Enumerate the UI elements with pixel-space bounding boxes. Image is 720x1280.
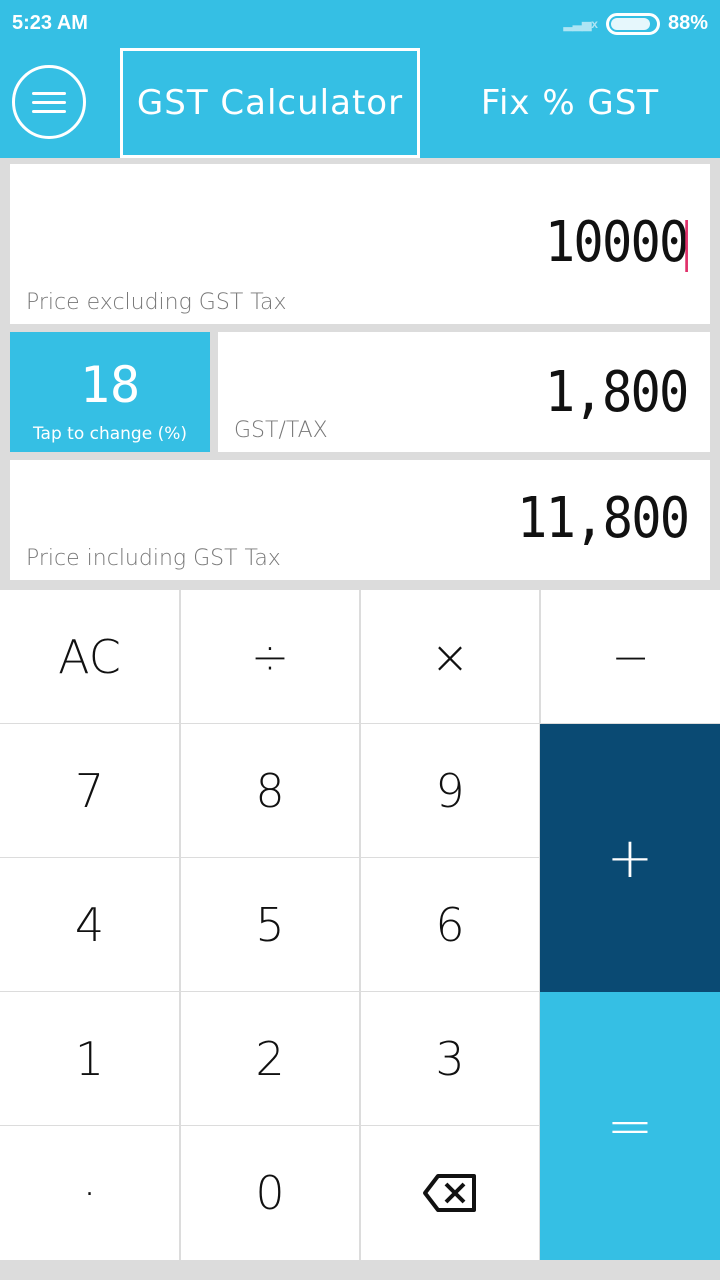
signal-icon: ▂▃▅x	[563, 16, 598, 31]
gst-amount-label: GST/TAX	[234, 418, 328, 443]
key-add[interactable]: +	[540, 724, 720, 992]
price-incl-label: Price including GST Tax	[26, 546, 281, 571]
key-clear[interactable]: AC	[0, 590, 179, 723]
battery-percent: 88%	[667, 12, 708, 34]
text-cursor	[685, 219, 688, 272]
gst-rate-value: 18	[79, 356, 141, 414]
key-multiply[interactable]: ×	[361, 590, 539, 723]
gst-rate-hint: Tap to change (%)	[32, 424, 188, 444]
gst-amount-field: 1,800 GST/TAX	[218, 332, 710, 452]
key-divide[interactable]: ÷	[181, 590, 359, 723]
key-0[interactable]: 0	[181, 1126, 359, 1260]
menu-icon[interactable]	[12, 65, 86, 139]
key-8[interactable]: 8	[181, 724, 359, 857]
price-excl-label: Price excluding GST Tax	[26, 290, 287, 315]
key-1[interactable]: 1	[0, 992, 179, 1125]
price-excl-field[interactable]: 10000 Price excluding GST Tax	[10, 164, 710, 324]
key-3[interactable]: 3	[361, 992, 539, 1125]
price-incl-field: 11,800 Price including GST Tax	[10, 460, 710, 580]
backspace-icon	[423, 1174, 476, 1212]
key-backspace[interactable]	[361, 1126, 539, 1260]
key-9[interactable]: 9	[361, 724, 539, 857]
battery-icon	[605, 12, 660, 35]
key-equals[interactable]: =	[540, 992, 720, 1260]
tab-fix-gst[interactable]: Fix % GST	[420, 48, 720, 158]
status-icons: ▂▃▅x 88%	[564, 12, 708, 35]
key-4[interactable]: 4	[0, 858, 179, 991]
keypad: AC ÷ × − 7 8 9 + 4 5 6 1 2 3 = · 0	[0, 590, 720, 1260]
key-5[interactable]: 5	[181, 858, 359, 991]
key-7[interactable]: 7	[0, 724, 179, 857]
key-decimal[interactable]: ·	[0, 1126, 179, 1260]
key-6[interactable]: 6	[361, 858, 539, 991]
gst-amount-value: 1,800	[545, 360, 690, 425]
price-excl-value: 10000	[545, 210, 690, 275]
key-2[interactable]: 2	[181, 992, 359, 1125]
gst-rate-button[interactable]: 18 Tap to change (%)	[10, 332, 210, 452]
tab-gst-calculator[interactable]: GST Calculator	[120, 48, 420, 158]
price-incl-value: 11,800	[516, 486, 690, 551]
status-time: 5:23 AM	[12, 12, 88, 34]
app-header: 5:23 AM ▂▃▅x 88% GST Calculator Fix % GS…	[0, 0, 720, 158]
key-subtract[interactable]: −	[541, 590, 720, 723]
